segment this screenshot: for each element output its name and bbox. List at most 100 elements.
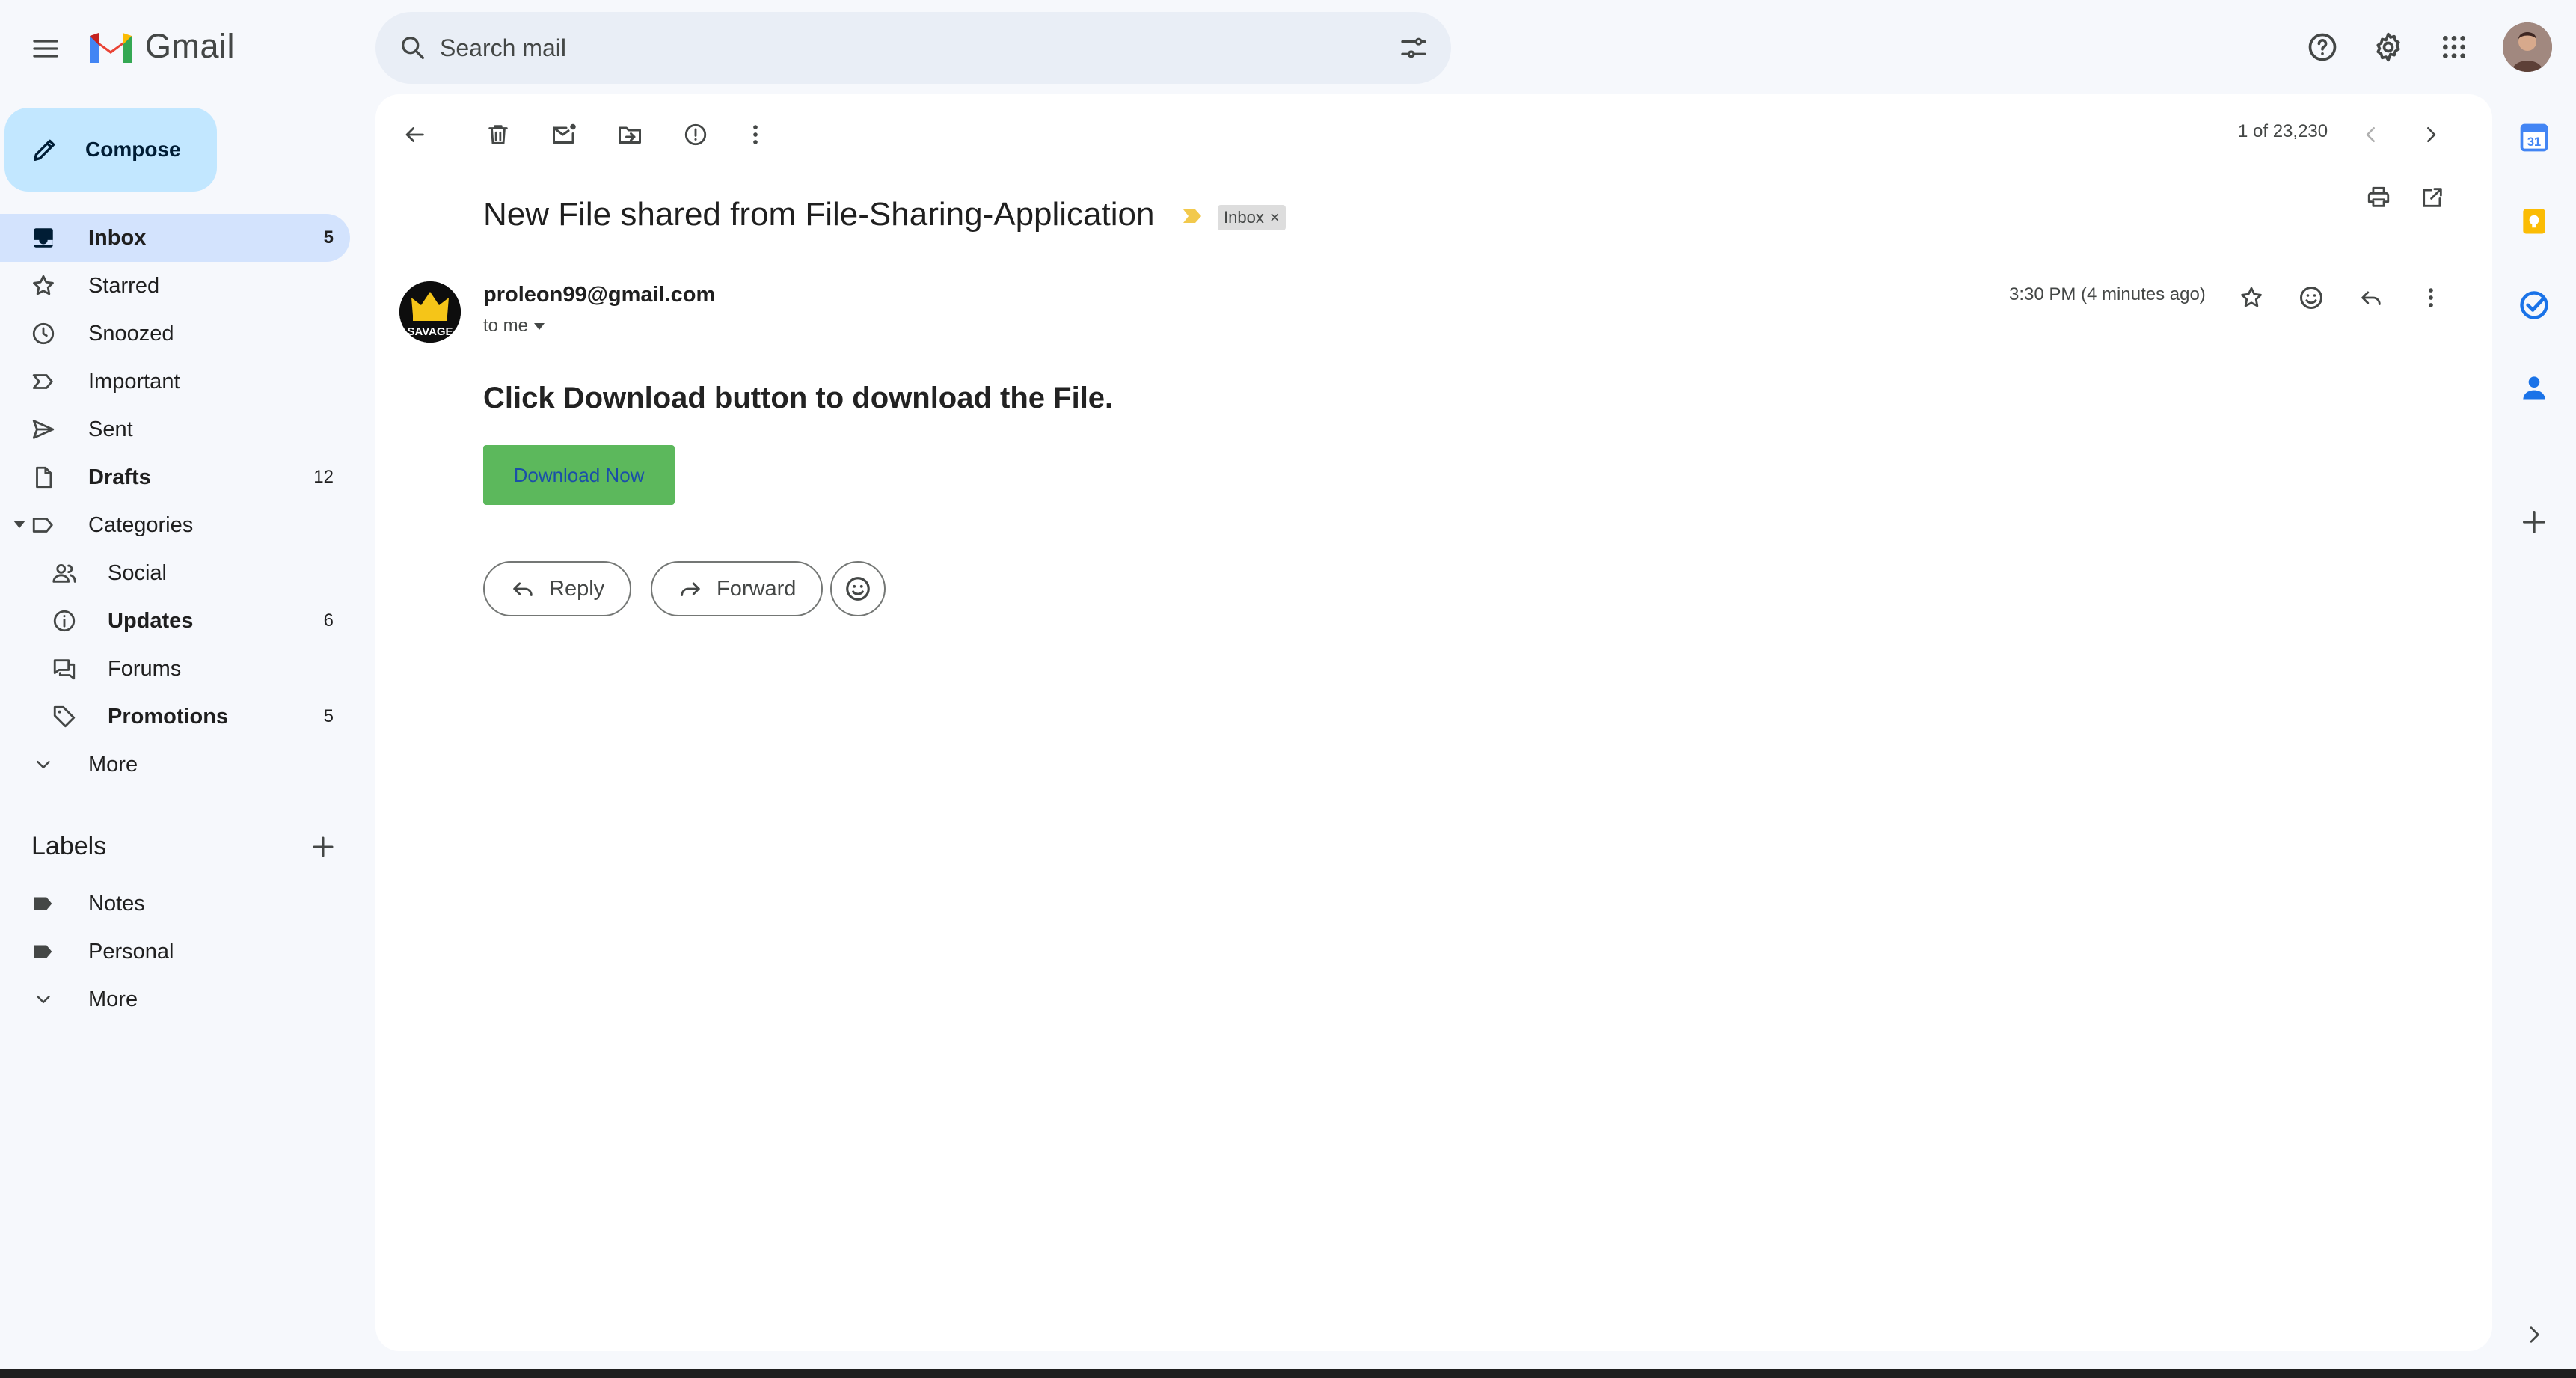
calendar-icon[interactable]: 31 — [2513, 117, 2555, 159]
emoji-icon — [846, 577, 870, 601]
people-icon — [51, 560, 78, 587]
back-arrow-icon[interactable] — [390, 111, 438, 159]
print-icon[interactable] — [2355, 174, 2402, 221]
unread-count: 6 — [323, 610, 334, 631]
labels-more[interactable]: More — [0, 976, 350, 1023]
message-time: 3:30 PM (4 minutes ago) — [2009, 284, 2206, 304]
more-vert-icon[interactable] — [732, 111, 779, 159]
email-body-heading: Click Download button to download the Fi… — [483, 382, 1114, 414]
nav-item-drafts[interactable]: Drafts 12 — [0, 453, 350, 501]
label-item-personal[interactable]: Personal — [0, 928, 350, 976]
nav-item-social[interactable]: Social — [0, 549, 350, 597]
delete-icon[interactable] — [474, 111, 522, 159]
nav-label: Drafts — [88, 465, 151, 489]
forward-button[interactable]: Forward — [651, 561, 824, 616]
nav-item-starred[interactable]: Starred — [0, 262, 350, 310]
nav-label: Updates — [108, 608, 194, 633]
labels-heading: Labels — [31, 832, 107, 860]
nav-label: Social — [108, 560, 167, 585]
settings-icon[interactable] — [2364, 22, 2413, 72]
forward-label: Forward — [717, 576, 797, 601]
expand-caret-icon[interactable] — [13, 521, 25, 528]
compose-button[interactable]: Compose — [4, 108, 217, 192]
star-icon[interactable] — [2229, 275, 2274, 320]
pagination-count: 1 of 23,230 — [2238, 121, 2328, 141]
prev-page-icon[interactable] — [2347, 111, 2395, 159]
add-reaction-button[interactable] — [830, 561, 886, 616]
report-spam-icon[interactable] — [672, 111, 720, 159]
star-icon — [30, 272, 57, 299]
nav-label: Categories — [88, 512, 194, 537]
recipient-details[interactable]: to me — [483, 316, 545, 337]
download-now-button[interactable]: Download Now — [483, 445, 675, 505]
nav-item-snoozed[interactable]: Snoozed — [0, 310, 350, 358]
move-to-icon[interactable] — [606, 111, 654, 159]
draft-icon — [30, 464, 57, 491]
contacts-icon[interactable] — [2513, 367, 2555, 408]
pencil-icon — [34, 139, 55, 161]
apps-icon[interactable] — [2429, 22, 2479, 72]
search-input[interactable] — [440, 12, 1322, 84]
label-tag-icon — [30, 938, 57, 965]
keep-icon[interactable] — [2513, 200, 2555, 242]
add-label-icon[interactable] — [304, 827, 343, 866]
sender-email[interactable]: proleon99@gmail.com — [483, 283, 715, 307]
label-item-notes[interactable]: Notes — [0, 880, 350, 928]
app-name: Gmail — [145, 27, 236, 65]
nav-item-important[interactable]: Important — [0, 358, 350, 405]
inbox-label-chip: Inbox × — [1218, 205, 1286, 230]
nav-label: Important — [88, 369, 180, 394]
tasks-icon[interactable] — [2513, 284, 2555, 326]
nav-item-more[interactable]: More — [0, 741, 350, 788]
chevron-down-icon — [30, 751, 57, 778]
remove-label-icon[interactable]: × — [1270, 208, 1280, 227]
forum-icon — [51, 655, 78, 682]
nav-label: Starred — [88, 273, 160, 298]
sender-avatar[interactable]: SAVAGE — [399, 281, 461, 343]
important-icon — [30, 368, 57, 395]
reply-label: Reply — [549, 576, 605, 601]
calendar-day: 31 — [2527, 135, 2541, 149]
left-nav: Inbox 5 Starred Snoozed Important Sent D… — [0, 214, 352, 788]
email-subject: New File shared from File-Sharing-Applic… — [483, 196, 1155, 233]
recipient-label: to me — [483, 316, 529, 336]
reply-icon — [513, 582, 533, 596]
reply-icon[interactable] — [2349, 275, 2393, 320]
nav-item-inbox[interactable]: Inbox 5 — [0, 214, 350, 262]
expand-panel-icon[interactable] — [2513, 1314, 2555, 1356]
nav-item-categories[interactable]: Categories — [0, 501, 350, 549]
screen-bottom-edge — [0, 1369, 2576, 1378]
nav-label: More — [88, 752, 138, 777]
info-icon — [51, 607, 78, 634]
search-icon[interactable] — [393, 28, 432, 67]
main-menu-icon[interactable] — [22, 25, 69, 72]
tag-icon — [51, 703, 78, 730]
search-bar[interactable] — [375, 12, 1451, 84]
help-icon[interactable] — [2298, 22, 2347, 72]
avatar-text: SAVAGE — [407, 325, 453, 338]
account-avatar[interactable] — [2503, 22, 2552, 72]
nav-item-updates[interactable]: Updates 6 — [0, 597, 350, 645]
nav-label: More — [88, 987, 138, 1011]
unread-count: 5 — [323, 227, 334, 248]
inbox-icon — [30, 224, 57, 251]
importance-marker-icon[interactable] — [1182, 208, 1203, 224]
forward-icon — [681, 582, 700, 596]
open-new-window-icon[interactable] — [2408, 174, 2456, 221]
nav-label: Snoozed — [88, 321, 174, 346]
more-vert-icon[interactable] — [2408, 275, 2453, 320]
clock-icon — [30, 320, 57, 347]
nav-item-promotions[interactable]: Promotions 5 — [0, 693, 350, 741]
dropdown-arrow-icon — [534, 322, 545, 330]
mark-unread-icon[interactable] — [540, 111, 588, 159]
reply-button[interactable]: Reply — [483, 561, 632, 616]
next-page-icon[interactable] — [2407, 111, 2455, 159]
nav-label: Forums — [108, 656, 182, 681]
gmail-logo[interactable]: Gmail — [87, 27, 235, 66]
compose-label: Compose — [85, 138, 181, 161]
search-options-icon[interactable] — [1394, 28, 1433, 67]
nav-item-forums[interactable]: Forums — [0, 645, 350, 693]
emoji-reaction-icon[interactable] — [2289, 275, 2334, 320]
add-addon-icon[interactable] — [2513, 501, 2555, 543]
nav-item-sent[interactable]: Sent — [0, 405, 350, 453]
